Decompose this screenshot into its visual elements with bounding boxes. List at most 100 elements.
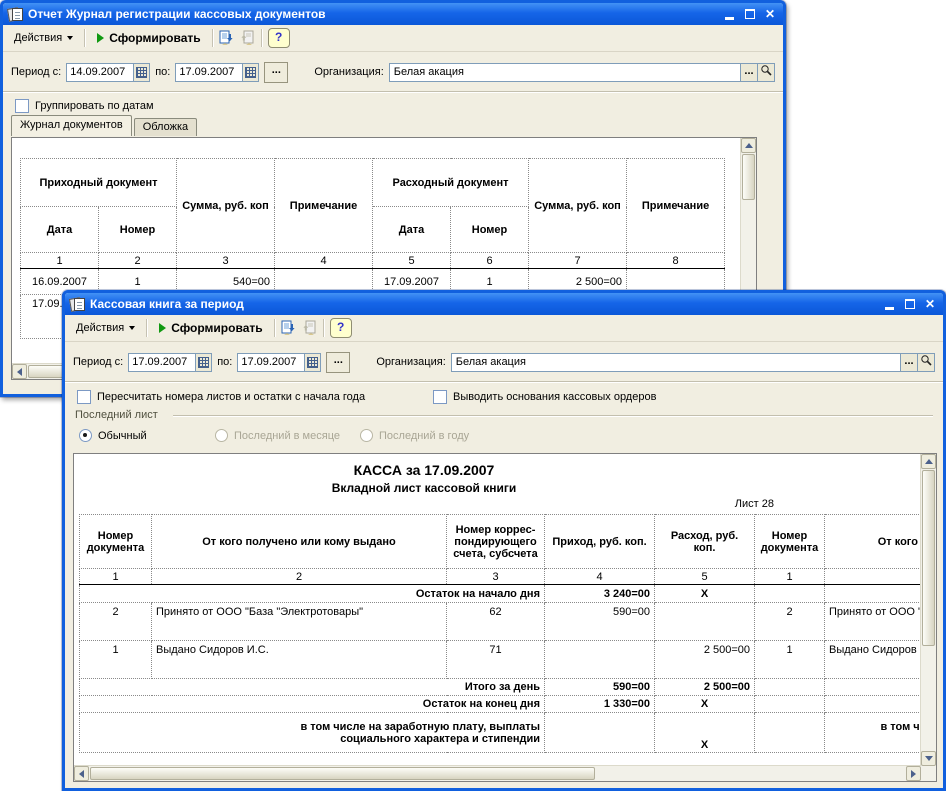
header-prihod-doc: Приходный документ (20, 158, 177, 207)
generate-label: Сформировать (171, 321, 263, 335)
vertical-scrollbar[interactable] (920, 454, 936, 766)
cell (824, 695, 921, 713)
generate-label: Сформировать (109, 31, 201, 45)
organization-field[interactable]: Белая акация ... (450, 352, 935, 372)
minimize-button[interactable] (722, 7, 738, 22)
sheet-number: Лист 28 (734, 498, 774, 510)
grounds-option[interactable]: Выводить основания кассовых ордеров (433, 390, 656, 404)
group-by-dates-checkbox[interactable] (15, 99, 29, 113)
scroll-left-button[interactable] (74, 766, 89, 781)
help-button[interactable]: ? (267, 28, 290, 48)
cell: Принято от ООО "База "Электротовары" (824, 602, 921, 641)
period-from-value[interactable]: 17.09.2007 (129, 354, 195, 371)
scroll-up-button[interactable] (921, 454, 936, 469)
radio-month-option[interactable]: Последний в месяце (215, 429, 340, 442)
radio-normal-option[interactable]: Обычный (79, 429, 147, 442)
generate-button[interactable]: Сформировать (91, 28, 206, 48)
recalc-checkbox[interactable] (77, 390, 91, 404)
separator-line (65, 381, 943, 383)
titlebar[interactable]: Кассовая книга за период (65, 293, 943, 315)
group-line (173, 415, 933, 417)
toolbar-separator (322, 319, 325, 337)
col-number: 2 (151, 568, 447, 585)
radio-last-in-month[interactable] (215, 429, 228, 442)
organization-field[interactable]: Белая акация ... (388, 62, 775, 82)
organization-value[interactable]: Белая акация (390, 64, 740, 81)
period-to-value[interactable]: 17.09.2007 (176, 64, 242, 81)
period-from-value[interactable]: 14.09.2007 (67, 64, 133, 81)
calendar-grid-icon[interactable] (195, 353, 212, 371)
balance-end-prihod: 1 330=00 (544, 695, 655, 713)
scroll-down-button[interactable] (921, 751, 936, 766)
col-number: 5 (654, 568, 755, 585)
balance-end-row: Остаток на конец дня 1 330=00 X (79, 695, 921, 713)
period-interval-button[interactable]: ... (264, 61, 289, 83)
minimize-button[interactable] (882, 297, 898, 312)
open-magnifier-button[interactable] (917, 353, 934, 371)
actions-label: Действия (14, 32, 63, 44)
including-line1: в том числе на заработную плату, выплаты (880, 720, 921, 733)
calendar-grid-icon[interactable] (304, 353, 321, 371)
scroll-left-button[interactable] (12, 364, 27, 379)
period-to-field[interactable]: 17.09.2007 (237, 352, 322, 372)
maximize-button[interactable] (902, 297, 918, 312)
scrollbar-thumb[interactable] (742, 154, 755, 200)
group-by-dates-option[interactable]: Группировать по датам (15, 99, 154, 113)
period-from-label: Период с: (73, 356, 124, 368)
col-number: 3 (446, 568, 545, 585)
period-interval-button[interactable]: ... (326, 351, 351, 373)
report-subtitle: Вкладной лист кассовой книги (331, 481, 517, 495)
period-to-field[interactable]: 17.09.2007 (175, 62, 260, 82)
group-by-dates-label: Группировать по датам (35, 100, 154, 112)
header-data: Дата (372, 206, 451, 253)
organization-label: Организация: (314, 66, 384, 78)
header-nomer: Номер (449, 206, 530, 253)
open-magnifier-button[interactable] (757, 63, 774, 81)
radio-year-option[interactable]: Последний в году (360, 429, 469, 442)
tab-strip: Журнал документов Обложка (11, 115, 198, 136)
scrollbar-thumb[interactable] (922, 470, 935, 646)
radio-normal[interactable] (79, 429, 92, 442)
scrollbar-corner (921, 766, 936, 781)
cash-book-report-panel[interactable]: КАССА за 17.09.2007 Вкладной лист кассов… (73, 453, 937, 782)
col-number: 5 (372, 252, 451, 269)
period-from-field[interactable]: 14.09.2007 (66, 62, 151, 82)
arrow-right-icon (911, 769, 916, 778)
col-number: 8 (626, 252, 726, 269)
restore-settings-icon[interactable] (302, 320, 318, 336)
scrollbar-thumb[interactable] (90, 767, 595, 780)
radio-month-label: Последний в месяце (234, 429, 340, 442)
help-button[interactable]: ? (329, 318, 352, 338)
generate-button[interactable]: Сформировать (153, 318, 268, 338)
toolbar: Действия Сформировать ? (3, 25, 783, 52)
scroll-right-button[interactable] (906, 766, 921, 781)
grounds-checkbox[interactable] (433, 390, 447, 404)
save-settings-icon[interactable] (219, 30, 235, 46)
restore-settings-icon[interactable] (240, 30, 256, 46)
header-primechanie: Примечание (274, 158, 373, 253)
choose-ellipsis-button[interactable]: ... (900, 353, 917, 371)
recalc-option[interactable]: Пересчитать номера листов и остатки с на… (77, 390, 365, 404)
header-primechanie: Примечание (626, 158, 726, 253)
save-settings-icon[interactable] (281, 320, 297, 336)
total-rashod: 2 500=00 (654, 678, 755, 696)
cell: Выдано Сидоров И.С. (824, 640, 921, 679)
scroll-up-button[interactable] (741, 138, 756, 153)
actions-menu-button[interactable]: Действия (8, 29, 79, 47)
actions-menu-button[interactable]: Действия (70, 319, 141, 337)
close-button[interactable] (922, 297, 938, 312)
horizontal-scrollbar[interactable] (74, 765, 921, 781)
calendar-grid-icon[interactable] (133, 63, 150, 81)
tab-cover[interactable]: Обложка (133, 118, 198, 136)
period-from-field[interactable]: 17.09.2007 (128, 352, 213, 372)
radio-last-in-year[interactable] (360, 429, 373, 442)
calendar-grid-icon[interactable] (242, 63, 259, 81)
radio-normal-label: Обычный (98, 429, 147, 442)
organization-value[interactable]: Белая акация (452, 354, 900, 371)
tab-journal[interactable]: Журнал документов (11, 115, 132, 136)
period-to-value[interactable]: 17.09.2007 (238, 354, 304, 371)
close-button[interactable] (762, 7, 778, 22)
choose-ellipsis-button[interactable]: ... (740, 63, 757, 81)
titlebar[interactable]: Отчет Журнал регистрации кассовых докуме… (3, 3, 783, 25)
maximize-button[interactable] (742, 7, 758, 22)
